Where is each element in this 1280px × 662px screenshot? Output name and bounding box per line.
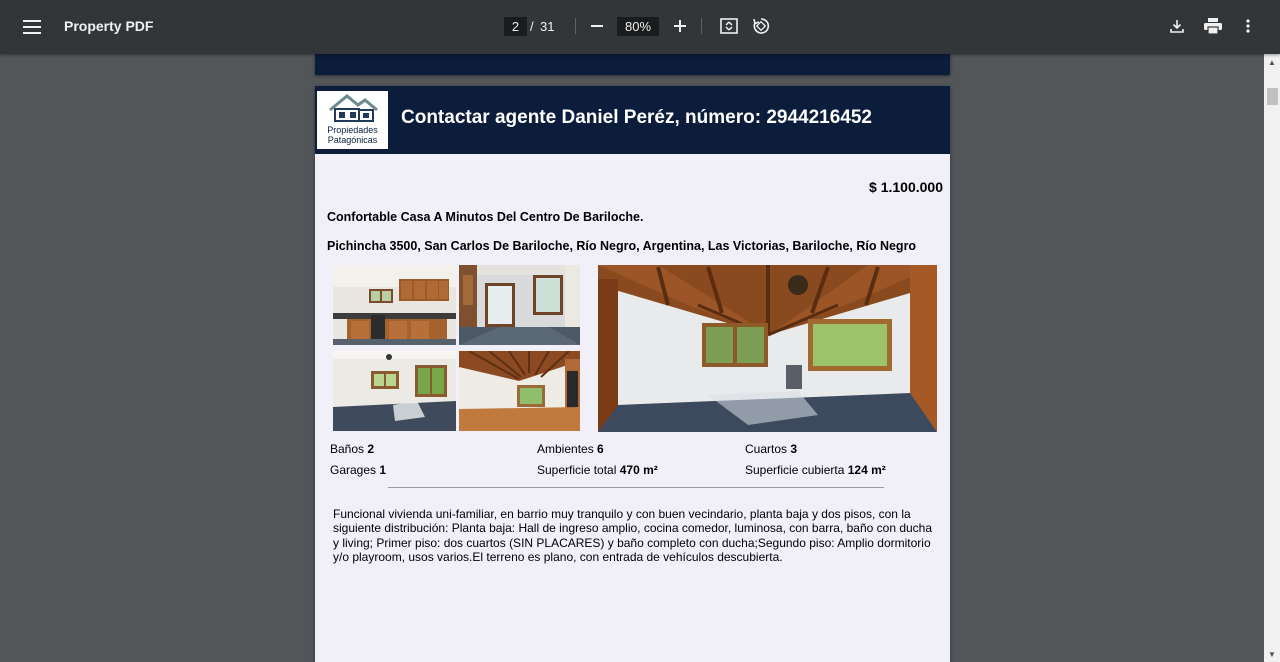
feature-ambientes: Ambientes 6 [537,442,604,456]
pdf-page: Propiedades Patagónicas Contactar agente… [315,86,950,662]
pdf-toolbar: Property PDF 2 / 31 80% [0,0,1280,54]
page-header: Propiedades Patagónicas Contactar agente… [315,86,950,154]
fit-to-page-icon[interactable] [713,10,745,42]
scroll-up-arrow-icon[interactable]: ▲ [1264,54,1280,70]
agent-contact-heading: Contactar agente Daniel Peréz, número: 2… [401,107,872,128]
page-separator: / [530,19,534,34]
toolbar-divider [575,18,576,34]
logo-line-2: Patagónicas [327,135,378,145]
property-photo-kitchen [333,265,456,345]
minus-icon[interactable] [581,10,613,42]
scroll-down-arrow-icon[interactable]: ▼ [1264,646,1280,662]
feature-banos: Baños 2 [330,442,375,456]
property-photo-main-room [598,265,937,432]
print-icon[interactable] [1197,10,1229,42]
more-vert-icon[interactable] [1232,10,1264,42]
property-photo-bedroom [333,351,456,431]
property-photo-attic [459,351,580,431]
zoom-input[interactable]: 80% [617,17,659,36]
scroll-thumb[interactable] [1267,88,1278,105]
property-photo-hallway [459,265,580,345]
rotate-icon[interactable] [745,10,777,42]
logo-line-1: Propiedades [327,125,378,135]
toolbar-divider [701,18,702,34]
page-total: 31 [540,19,555,34]
feature-superficie-total: Superficie total 470 m² [537,463,658,477]
page-number-input[interactable]: 2 [504,17,527,36]
property-description: Funcional vivienda uni-familiar, en barr… [333,507,933,564]
download-icon[interactable] [1161,10,1193,42]
company-logo: Propiedades Patagónicas [317,91,388,149]
plus-icon[interactable] [664,10,696,42]
separator-line [388,487,884,488]
property-address: Pichincha 3500, San Carlos De Bariloche,… [327,239,917,253]
vertical-scrollbar[interactable]: ▲ ▼ [1264,54,1280,662]
property-price: $ 1.100.000 [869,179,943,195]
property-title: Confortable Casa A Minutos Del Centro De… [327,210,644,224]
feature-cuartos: Cuartos 3 [745,442,798,456]
previous-page [315,54,950,75]
feature-garages: Garages 1 [330,463,387,477]
menu-icon[interactable] [16,11,48,43]
house-logo-icon [329,94,378,122]
document-title: Property PDF [64,18,154,34]
feature-superficie-cubierta: Superficie cubierta 124 m² [745,463,886,477]
